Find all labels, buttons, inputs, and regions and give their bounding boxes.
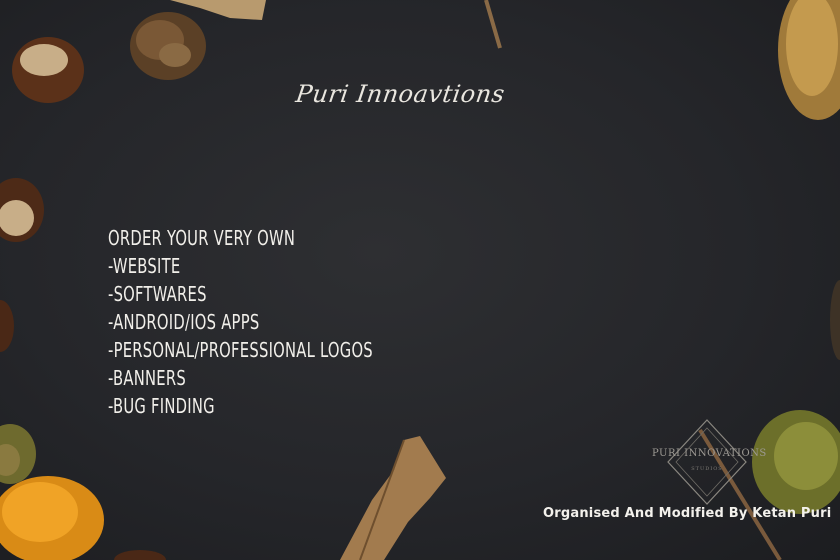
- dried-leaf-bottom: [340, 436, 446, 560]
- chestnut-left-edge: [0, 300, 14, 352]
- chestnut-husk-bottom-left: [0, 424, 36, 484]
- pinecone: [130, 12, 206, 80]
- service-item: -Android/iOS Apps: [108, 310, 260, 334]
- watermark-tagline: STUDIOS: [691, 466, 723, 472]
- service-item: -Banners: [108, 366, 186, 390]
- service-item: -Bug Finding: [108, 394, 215, 418]
- gourd-bottom-left: [0, 476, 104, 560]
- chestnut-husk-bottom-right: [752, 410, 840, 514]
- diamond-logo-icon: [667, 419, 747, 505]
- watermark-logo: PURI INNOVATIONS STUDIOS: [652, 418, 767, 508]
- service-item: -Softwares: [108, 282, 207, 306]
- brand-title: Puri Innoavtions: [294, 80, 507, 108]
- chestnut-left-mid: [0, 178, 44, 242]
- credit-text: Organised And Modified By Ketan Puri: [543, 506, 832, 521]
- chestnut-right-edge: [830, 280, 840, 360]
- services-heading: Order Your Very Own: [108, 226, 296, 250]
- gourd-top-right: [778, 0, 840, 120]
- chestnut-bottom: [114, 550, 166, 560]
- service-item: -Website: [108, 254, 181, 278]
- service-item: -Personal/Professional Logos: [108, 338, 373, 362]
- watermark-name: PURI INNOVATIONS: [652, 448, 767, 459]
- chestnut-top-left: [12, 37, 84, 103]
- services-list: Order Your Very Own -Website -Softwares …: [108, 224, 373, 420]
- twig-top: [484, 0, 502, 49]
